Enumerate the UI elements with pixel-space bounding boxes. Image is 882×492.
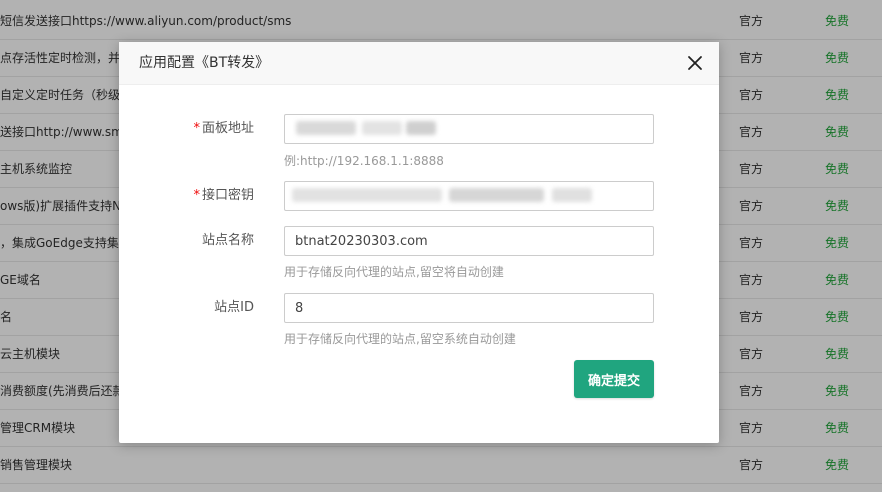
app-config-dialog: 应用配置《BT转发》 * 面板地址 例:http://192.168.1.1:88… — [119, 42, 719, 443]
close-icon — [688, 56, 702, 70]
site-name-help: 用于存储反向代理的站点,留空将自动创建 — [284, 265, 504, 279]
site-name-input[interactable] — [284, 226, 654, 256]
redacted-mark — [362, 121, 402, 135]
panel-address-help: 例:http://192.168.1.1:8888 — [284, 154, 444, 168]
site-id-help: 用于存储反向代理的站点,留空系统自动创建 — [284, 332, 516, 346]
redacted-mark — [292, 188, 442, 202]
redacted-mark — [449, 188, 544, 202]
site-id-label: 站点ID — [214, 300, 254, 315]
dialog-title: 应用配置《BT转发》 — [139, 55, 270, 71]
close-button[interactable] — [685, 53, 705, 73]
redacted-mark — [406, 121, 436, 135]
panel-address-field-wrap — [284, 114, 654, 144]
site-name-label: 站点名称 — [201, 233, 254, 248]
dialog-header: 应用配置《BT转发》 — [119, 42, 719, 85]
panel-address-label: * 面板地址 — [193, 121, 254, 136]
submit-button[interactable]: 确定提交 — [574, 360, 654, 398]
api-key-field-wrap — [284, 181, 654, 211]
redacted-mark — [296, 121, 356, 135]
redacted-mark — [552, 188, 592, 202]
api-key-label: * 接口密钥 — [193, 188, 254, 203]
site-id-input[interactable] — [284, 293, 654, 323]
